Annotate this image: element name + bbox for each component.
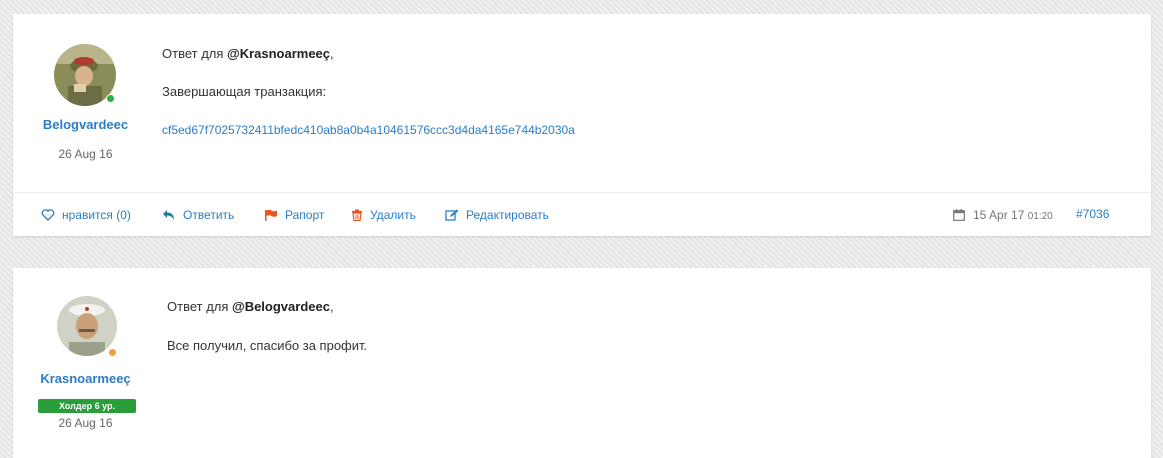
edit-button[interactable]: Редактировать <box>445 208 549 222</box>
heart-icon <box>41 209 55 221</box>
join-date: 26 Aug 16 <box>58 147 113 161</box>
post-text: Все получил, спасибо за профит. <box>167 338 368 353</box>
rank-badge: Холдер 6 ур. <box>38 399 136 413</box>
join-date: 26 Aug 16 <box>58 416 113 430</box>
author-username[interactable]: Krasnoarmeeç <box>13 371 158 386</box>
reply-suffix: , <box>330 46 334 61</box>
delete-label: Удалить <box>370 208 416 222</box>
divider <box>13 192 1151 193</box>
post-number-link[interactable]: #7036 <box>1076 207 1109 221</box>
post-date: 15 Apr 17 01:20 <box>953 208 1053 222</box>
edit-label: Редактировать <box>466 208 549 222</box>
edit-icon <box>445 209 459 221</box>
online-status-icon <box>106 94 115 103</box>
author-username[interactable]: Belogvardeec <box>13 117 158 132</box>
reply-line: Ответ для @Belogvardeec, <box>167 299 334 314</box>
reply-suffix: , <box>329 299 334 314</box>
trash-icon <box>352 209 362 221</box>
mention-link[interactable]: @Krasnoarmeeç <box>227 46 330 61</box>
transaction-link[interactable]: cf5ed67f7025732411bfedc410ab8a0b4a104615… <box>162 123 575 137</box>
post-time: 01:20 <box>1027 211 1053 222</box>
reply-icon <box>163 210 174 220</box>
flag-icon <box>265 209 277 221</box>
reply-label: Ответить <box>183 208 235 222</box>
like-button[interactable]: нравится (0) <box>41 208 131 222</box>
reply-button[interactable]: Ответить <box>162 208 234 222</box>
away-status-icon <box>108 348 117 357</box>
calendar-icon <box>953 209 965 221</box>
post-card: Krasnoarmeeç Холдер 6 ур. 26 Aug 16 Отве… <box>13 268 1151 458</box>
reply-prefix: Ответ для <box>162 46 228 61</box>
avatar-image <box>57 296 117 356</box>
avatar[interactable] <box>57 296 117 356</box>
mention-link[interactable]: @Belogvardeec <box>232 299 330 314</box>
post-card: Belogvardeec 26 Aug 16 Ответ для @Krasno… <box>13 14 1151 236</box>
report-label: Рапорт <box>285 208 325 222</box>
post-actions: нравится (0) Ответить Рапорт Удалить Ред… <box>13 204 1151 226</box>
reply-line: Ответ для @Krasnoarmeeç, <box>162 46 334 61</box>
post-text: Завершающая транзакция: <box>162 84 327 99</box>
like-label: нравится (0) <box>62 208 131 222</box>
report-button[interactable]: Рапорт <box>264 208 324 222</box>
delete-button[interactable]: Удалить <box>351 208 416 222</box>
post-date-text: 15 Apr 17 <box>973 208 1025 222</box>
reply-prefix: Ответ для <box>167 299 233 314</box>
